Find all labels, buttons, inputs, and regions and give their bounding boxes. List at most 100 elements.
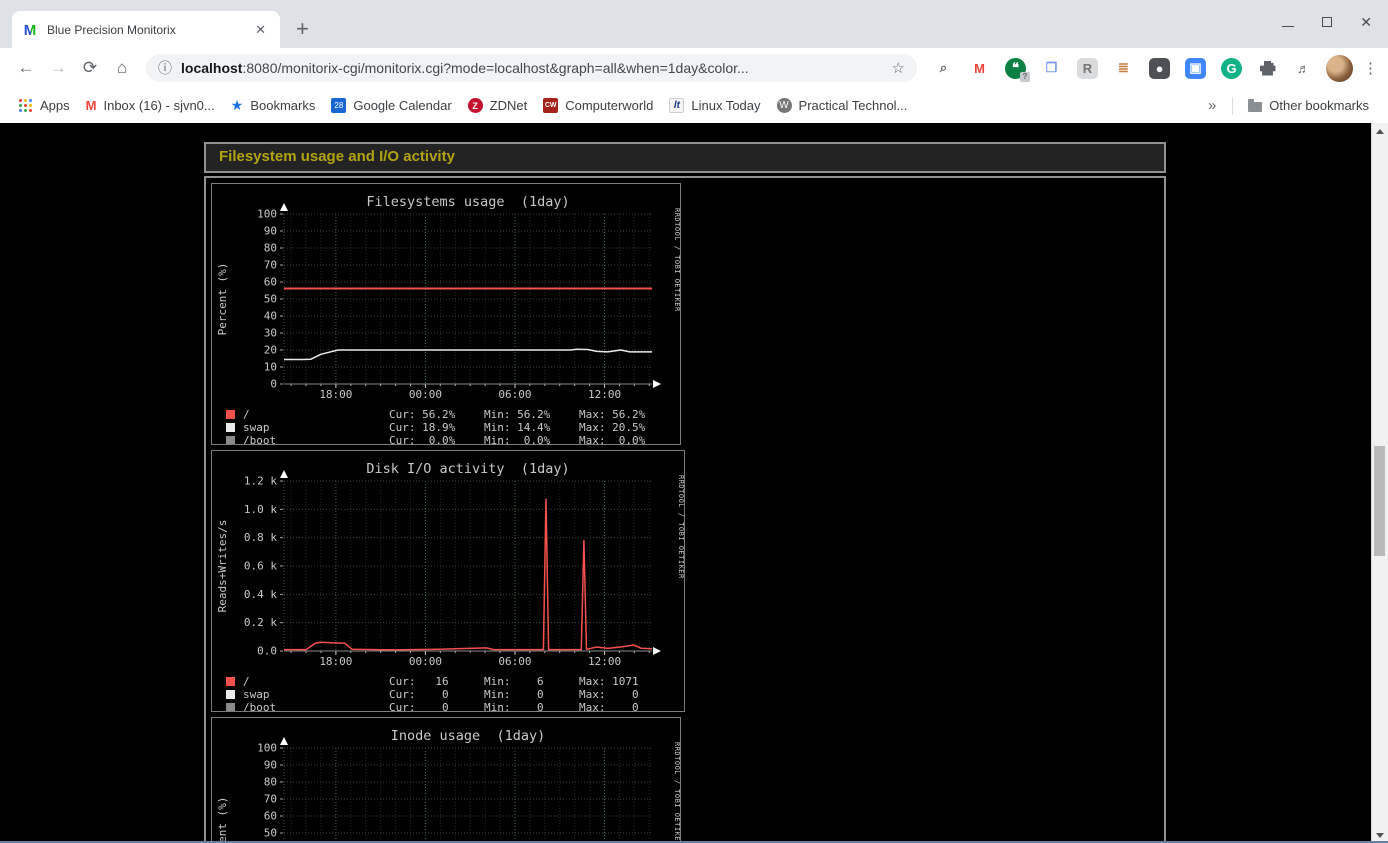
legend-value: Cur: 0: [389, 688, 484, 701]
svg-text:100: 100: [257, 208, 277, 221]
minimize-button[interactable]: [1282, 26, 1294, 27]
chart-title: Filesystems usage (1day): [366, 194, 569, 210]
legend-series-name: /: [243, 675, 389, 688]
bookmark-label: ZDNet: [490, 98, 528, 113]
chart-panel-filesystems-usage: 100908070605040302010018:0000:0006:0012:…: [211, 183, 681, 445]
svg-text:0.6 k: 0.6 k: [244, 560, 277, 573]
charts-grid-filesystem: 100908070605040302010018:0000:0006:0012:…: [204, 176, 1166, 843]
chart-svg-filesystems-usage: 100908070605040302010018:0000:0006:0012:…: [212, 184, 681, 402]
chart-panel-disk-io-activity: 1.2 k1.0 k0.8 k0.6 k0.4 k0.2 k0.018:0000…: [211, 450, 685, 712]
new-tab-button[interactable]: +: [296, 19, 309, 39]
other-bookmarks-button[interactable]: Other bookmarks: [1241, 95, 1376, 116]
profile-avatar[interactable]: [1326, 55, 1353, 82]
svg-text:18:00: 18:00: [319, 388, 352, 401]
legend-value: Min: 6: [484, 675, 579, 688]
legend-series-name: /: [243, 408, 389, 421]
bookmark-star-icon[interactable]: ☆: [892, 59, 905, 77]
tab-blue-precision-monitorix[interactable]: M Blue Precision Monitorix ✕: [12, 11, 280, 48]
svg-text:70: 70: [264, 259, 277, 272]
svg-text:06:00: 06:00: [498, 388, 531, 401]
legend-value: Cur: 16: [389, 675, 484, 688]
svg-text:10: 10: [264, 361, 277, 374]
y-axis-arrow: [280, 737, 288, 745]
bookmark-label: Linux Today: [691, 98, 760, 113]
bookmark-practical-technol[interactable]: WPractical Technol...: [770, 95, 915, 116]
browser-menu-icon[interactable]: ⋮: [1363, 59, 1378, 77]
extensions-row: ⌕ M ❝ ❐ R ≣ ● ▣ G ♬: [925, 58, 1322, 79]
maximize-button[interactable]: [1322, 17, 1332, 27]
bookmark-google-calendar[interactable]: 28Google Calendar: [324, 95, 458, 116]
chart-svg-disk-io-activity: 1.2 k1.0 k0.8 k0.6 k0.4 k0.2 k0.018:0000…: [212, 451, 685, 669]
grammarly-icon[interactable]: G: [1221, 58, 1242, 79]
legend-row: swapCur: 0Min: 0Max: 0: [212, 688, 684, 701]
legend-swatch: [226, 677, 235, 686]
scrollbar-up-arrow[interactable]: [1372, 123, 1388, 139]
bookmark-bookmarks[interactable]: ★Bookmarks: [224, 94, 323, 117]
zoom-camera-icon[interactable]: ▣: [1185, 58, 1206, 79]
bookmark-label: Bookmarks: [250, 98, 315, 113]
legend-value: Max: 1071: [579, 675, 674, 688]
svg-text:80: 80: [264, 242, 277, 255]
chart-legend: /Cur: 16Min: 6Max: 1071swapCur: 0Min: 0M…: [212, 674, 684, 712]
legend-value: Min: 0: [484, 701, 579, 712]
bookmark-linux-today[interactable]: lt Linux Today: [662, 95, 767, 116]
svg-text:M: M: [24, 22, 37, 38]
legend-swatch: [226, 690, 235, 699]
address-bar[interactable]: ⓘ localhost:8080/monitorix-cgi/monitorix…: [146, 54, 917, 82]
books-icon[interactable]: ≣: [1113, 58, 1134, 79]
calendar-icon: 28: [331, 98, 346, 113]
svg-text:20: 20: [264, 344, 277, 357]
svg-text:100: 100: [257, 742, 277, 755]
svg-text:80: 80: [264, 776, 277, 789]
svg-text:70: 70: [264, 793, 277, 806]
window-controls: ✕: [1282, 16, 1372, 28]
extensions-puzzle-icon[interactable]: [1257, 58, 1278, 79]
legend-value: Min: 14.4%: [484, 421, 579, 434]
browser-window: M Blue Precision Monitorix ✕ + ✕ ← → ⟳ ⌂…: [0, 0, 1388, 843]
legend-value: Max: 0: [579, 701, 674, 712]
page-info-icon[interactable]: ⓘ: [158, 58, 172, 78]
home-button[interactable]: ⌂: [106, 58, 138, 78]
legend-value: Cur: 0: [389, 701, 484, 712]
lamp-icon[interactable]: ●: [1149, 58, 1170, 79]
svg-text:00:00: 00:00: [409, 388, 442, 401]
svg-text:0: 0: [270, 378, 277, 391]
scrollbar-thumb[interactable]: [1374, 446, 1385, 556]
reader-icon[interactable]: R: [1077, 58, 1098, 79]
hangouts-icon[interactable]: ❝: [1005, 58, 1026, 79]
svg-text:90: 90: [264, 225, 277, 238]
playlist-music-icon[interactable]: ♬: [1293, 58, 1314, 79]
legend-value: Max: 0.0%: [579, 434, 674, 445]
rrdtool-watermark: RRDTOOL / TOBI OETIKER: [673, 208, 681, 312]
legend-row: swapCur: 18.9%Min: 14.4%Max: 20.5%: [212, 421, 680, 434]
legend-row: /Cur: 56.2%Min: 56.2%Max: 56.2%: [212, 408, 680, 421]
bookmarks-bar: AppsMInbox (16) - sjvn0...★Bookmarks28Go…: [0, 88, 1388, 123]
forward-button[interactable]: →: [42, 58, 74, 78]
x-axis-arrow: [653, 647, 661, 655]
tab-close-icon[interactable]: ✕: [251, 22, 270, 38]
legend-value: Min: 56.2%: [484, 408, 579, 421]
linuxtoday-icon: lt: [669, 98, 684, 113]
legend-value: Min: 0.0%: [484, 434, 579, 445]
bookmark-zdnet[interactable]: ZZDNet: [461, 95, 535, 116]
bookmark-apps[interactable]: Apps: [12, 95, 77, 116]
back-button[interactable]: ←: [10, 58, 42, 78]
legend-series-name: /boot: [243, 701, 389, 712]
search-icon[interactable]: ⌕: [933, 58, 954, 79]
gmail-icon[interactable]: M: [969, 58, 990, 79]
close-button[interactable]: ✕: [1360, 16, 1372, 28]
svg-text:40: 40: [264, 310, 277, 323]
legend-value: Max: 56.2%: [579, 408, 674, 421]
tab-strip: M Blue Precision Monitorix ✕ + ✕: [0, 0, 1388, 48]
folder-icon: [1248, 102, 1262, 112]
bookmark-inbox-16-sjvn0[interactable]: MInbox (16) - sjvn0...: [79, 95, 222, 116]
browser-toolbar: ← → ⟳ ⌂ ⓘ localhost:8080/monitorix-cgi/m…: [0, 48, 1388, 88]
bookmarks-overflow-chevron[interactable]: »: [1200, 97, 1224, 114]
bookmark-computerworld[interactable]: CWComputerworld: [536, 95, 660, 116]
series-swap: [284, 349, 652, 359]
legend-series-name: swap: [243, 688, 389, 701]
copy-pages-icon[interactable]: ❐: [1041, 58, 1062, 79]
vertical-scrollbar[interactable]: [1371, 123, 1388, 843]
reload-button[interactable]: ⟳: [74, 58, 106, 78]
wordpress-icon: W: [777, 98, 792, 113]
